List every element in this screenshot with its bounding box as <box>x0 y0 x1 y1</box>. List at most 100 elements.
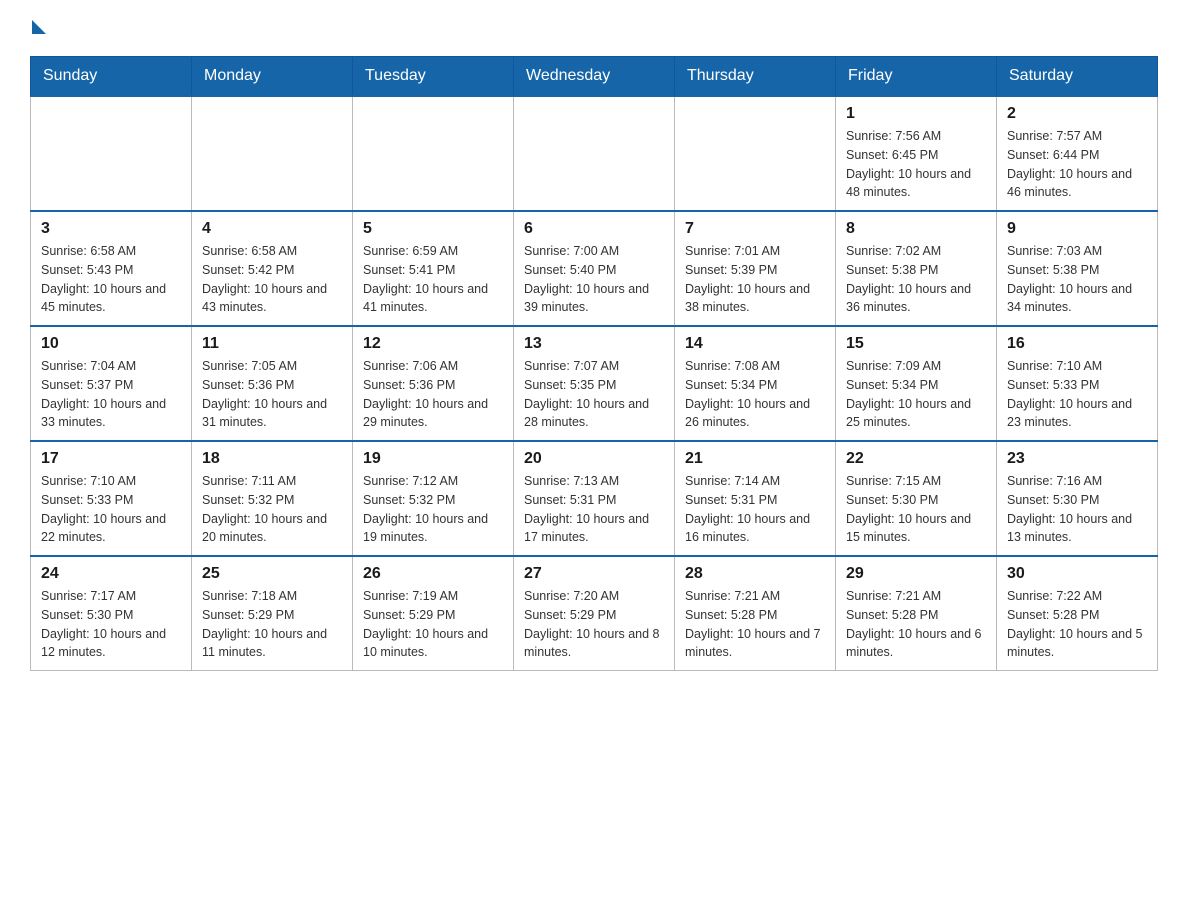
calendar-cell: 9 Sunrise: 7:03 AM Sunset: 5:38 PM Dayli… <box>997 211 1158 326</box>
day-info: Sunrise: 7:06 AM Sunset: 5:36 PM Dayligh… <box>363 357 503 432</box>
calendar-header-sunday: Sunday <box>31 57 192 97</box>
calendar-cell: 13 Sunrise: 7:07 AM Sunset: 5:35 PM Dayl… <box>514 326 675 441</box>
day-number: 11 <box>202 335 342 353</box>
calendar-cell: 2 Sunrise: 7:57 AM Sunset: 6:44 PM Dayli… <box>997 96 1158 211</box>
daylight-text: Daylight: 10 hours and 46 minutes. <box>1007 167 1132 200</box>
day-info: Sunrise: 6:58 AM Sunset: 5:42 PM Dayligh… <box>202 242 342 317</box>
calendar-cell: 3 Sunrise: 6:58 AM Sunset: 5:43 PM Dayli… <box>31 211 192 326</box>
day-info: Sunrise: 7:07 AM Sunset: 5:35 PM Dayligh… <box>524 357 664 432</box>
sunset-text: Sunset: 5:38 PM <box>1007 263 1099 277</box>
sunset-text: Sunset: 5:36 PM <box>202 378 294 392</box>
daylight-text: Daylight: 10 hours and 43 minutes. <box>202 282 327 315</box>
sunset-text: Sunset: 5:30 PM <box>41 608 133 622</box>
calendar-cell: 26 Sunrise: 7:19 AM Sunset: 5:29 PM Dayl… <box>353 556 514 671</box>
calendar-cell: 21 Sunrise: 7:14 AM Sunset: 5:31 PM Dayl… <box>675 441 836 556</box>
sunset-text: Sunset: 6:45 PM <box>846 148 938 162</box>
sunrise-text: Sunrise: 7:04 AM <box>41 359 136 373</box>
day-info: Sunrise: 7:05 AM Sunset: 5:36 PM Dayligh… <box>202 357 342 432</box>
day-info: Sunrise: 7:01 AM Sunset: 5:39 PM Dayligh… <box>685 242 825 317</box>
calendar-header-row: SundayMondayTuesdayWednesdayThursdayFrid… <box>31 57 1158 97</box>
sunrise-text: Sunrise: 7:19 AM <box>363 589 458 603</box>
day-info: Sunrise: 7:56 AM Sunset: 6:45 PM Dayligh… <box>846 127 986 202</box>
sunset-text: Sunset: 5:29 PM <box>524 608 616 622</box>
calendar-cell <box>31 96 192 211</box>
daylight-text: Daylight: 10 hours and 39 minutes. <box>524 282 649 315</box>
sunrise-text: Sunrise: 7:10 AM <box>41 474 136 488</box>
sunset-text: Sunset: 5:34 PM <box>846 378 938 392</box>
day-info: Sunrise: 7:13 AM Sunset: 5:31 PM Dayligh… <box>524 472 664 547</box>
daylight-text: Daylight: 10 hours and 5 minutes. <box>1007 627 1143 660</box>
day-number: 24 <box>41 565 181 583</box>
sunrise-text: Sunrise: 7:03 AM <box>1007 244 1102 258</box>
sunrise-text: Sunrise: 7:22 AM <box>1007 589 1102 603</box>
daylight-text: Daylight: 10 hours and 36 minutes. <box>846 282 971 315</box>
daylight-text: Daylight: 10 hours and 13 minutes. <box>1007 512 1132 545</box>
sunset-text: Sunset: 5:33 PM <box>41 493 133 507</box>
day-info: Sunrise: 7:18 AM Sunset: 5:29 PM Dayligh… <box>202 587 342 662</box>
sunset-text: Sunset: 5:39 PM <box>685 263 777 277</box>
sunrise-text: Sunrise: 7:12 AM <box>363 474 458 488</box>
daylight-text: Daylight: 10 hours and 22 minutes. <box>41 512 166 545</box>
day-info: Sunrise: 7:08 AM Sunset: 5:34 PM Dayligh… <box>685 357 825 432</box>
calendar-cell: 7 Sunrise: 7:01 AM Sunset: 5:39 PM Dayli… <box>675 211 836 326</box>
sunset-text: Sunset: 5:28 PM <box>1007 608 1099 622</box>
day-number: 29 <box>846 565 986 583</box>
sunrise-text: Sunrise: 7:14 AM <box>685 474 780 488</box>
sunrise-text: Sunrise: 7:07 AM <box>524 359 619 373</box>
calendar-cell <box>675 96 836 211</box>
sunrise-text: Sunrise: 7:13 AM <box>524 474 619 488</box>
day-info: Sunrise: 7:00 AM Sunset: 5:40 PM Dayligh… <box>524 242 664 317</box>
day-number: 1 <box>846 105 986 123</box>
day-number: 30 <box>1007 565 1147 583</box>
day-info: Sunrise: 7:02 AM Sunset: 5:38 PM Dayligh… <box>846 242 986 317</box>
calendar-cell: 14 Sunrise: 7:08 AM Sunset: 5:34 PM Dayl… <box>675 326 836 441</box>
day-number: 14 <box>685 335 825 353</box>
daylight-text: Daylight: 10 hours and 28 minutes. <box>524 397 649 430</box>
calendar-week-row: 24 Sunrise: 7:17 AM Sunset: 5:30 PM Dayl… <box>31 556 1158 671</box>
daylight-text: Daylight: 10 hours and 12 minutes. <box>41 627 166 660</box>
day-number: 25 <box>202 565 342 583</box>
day-info: Sunrise: 7:22 AM Sunset: 5:28 PM Dayligh… <box>1007 587 1147 662</box>
day-info: Sunrise: 7:09 AM Sunset: 5:34 PM Dayligh… <box>846 357 986 432</box>
sunset-text: Sunset: 5:42 PM <box>202 263 294 277</box>
sunset-text: Sunset: 5:40 PM <box>524 263 616 277</box>
daylight-text: Daylight: 10 hours and 17 minutes. <box>524 512 649 545</box>
logo-arrow-icon <box>32 20 46 34</box>
sunrise-text: Sunrise: 7:57 AM <box>1007 129 1102 143</box>
sunset-text: Sunset: 5:32 PM <box>363 493 455 507</box>
sunrise-text: Sunrise: 7:05 AM <box>202 359 297 373</box>
sunrise-text: Sunrise: 6:59 AM <box>363 244 458 258</box>
day-number: 7 <box>685 220 825 238</box>
calendar-header-friday: Friday <box>836 57 997 97</box>
day-info: Sunrise: 7:10 AM Sunset: 5:33 PM Dayligh… <box>1007 357 1147 432</box>
sunset-text: Sunset: 5:28 PM <box>846 608 938 622</box>
daylight-text: Daylight: 10 hours and 20 minutes. <box>202 512 327 545</box>
calendar-cell: 12 Sunrise: 7:06 AM Sunset: 5:36 PM Dayl… <box>353 326 514 441</box>
day-number: 27 <box>524 565 664 583</box>
daylight-text: Daylight: 10 hours and 33 minutes. <box>41 397 166 430</box>
sunrise-text: Sunrise: 7:09 AM <box>846 359 941 373</box>
calendar-cell: 4 Sunrise: 6:58 AM Sunset: 5:42 PM Dayli… <box>192 211 353 326</box>
calendar-cell: 8 Sunrise: 7:02 AM Sunset: 5:38 PM Dayli… <box>836 211 997 326</box>
sunrise-text: Sunrise: 7:17 AM <box>41 589 136 603</box>
calendar-cell: 10 Sunrise: 7:04 AM Sunset: 5:37 PM Dayl… <box>31 326 192 441</box>
day-number: 13 <box>524 335 664 353</box>
sunset-text: Sunset: 5:36 PM <box>363 378 455 392</box>
calendar-cell: 30 Sunrise: 7:22 AM Sunset: 5:28 PM Dayl… <box>997 556 1158 671</box>
calendar-cell: 5 Sunrise: 6:59 AM Sunset: 5:41 PM Dayli… <box>353 211 514 326</box>
sunset-text: Sunset: 6:44 PM <box>1007 148 1099 162</box>
sunset-text: Sunset: 5:37 PM <box>41 378 133 392</box>
calendar-header-monday: Monday <box>192 57 353 97</box>
day-number: 8 <box>846 220 986 238</box>
sunset-text: Sunset: 5:43 PM <box>41 263 133 277</box>
sunset-text: Sunset: 5:31 PM <box>524 493 616 507</box>
day-number: 4 <box>202 220 342 238</box>
sunset-text: Sunset: 5:30 PM <box>1007 493 1099 507</box>
day-info: Sunrise: 7:17 AM Sunset: 5:30 PM Dayligh… <box>41 587 181 662</box>
calendar-header-tuesday: Tuesday <box>353 57 514 97</box>
sunset-text: Sunset: 5:30 PM <box>846 493 938 507</box>
sunrise-text: Sunrise: 7:18 AM <box>202 589 297 603</box>
sunrise-text: Sunrise: 6:58 AM <box>202 244 297 258</box>
sunset-text: Sunset: 5:31 PM <box>685 493 777 507</box>
logo <box>30 20 48 36</box>
